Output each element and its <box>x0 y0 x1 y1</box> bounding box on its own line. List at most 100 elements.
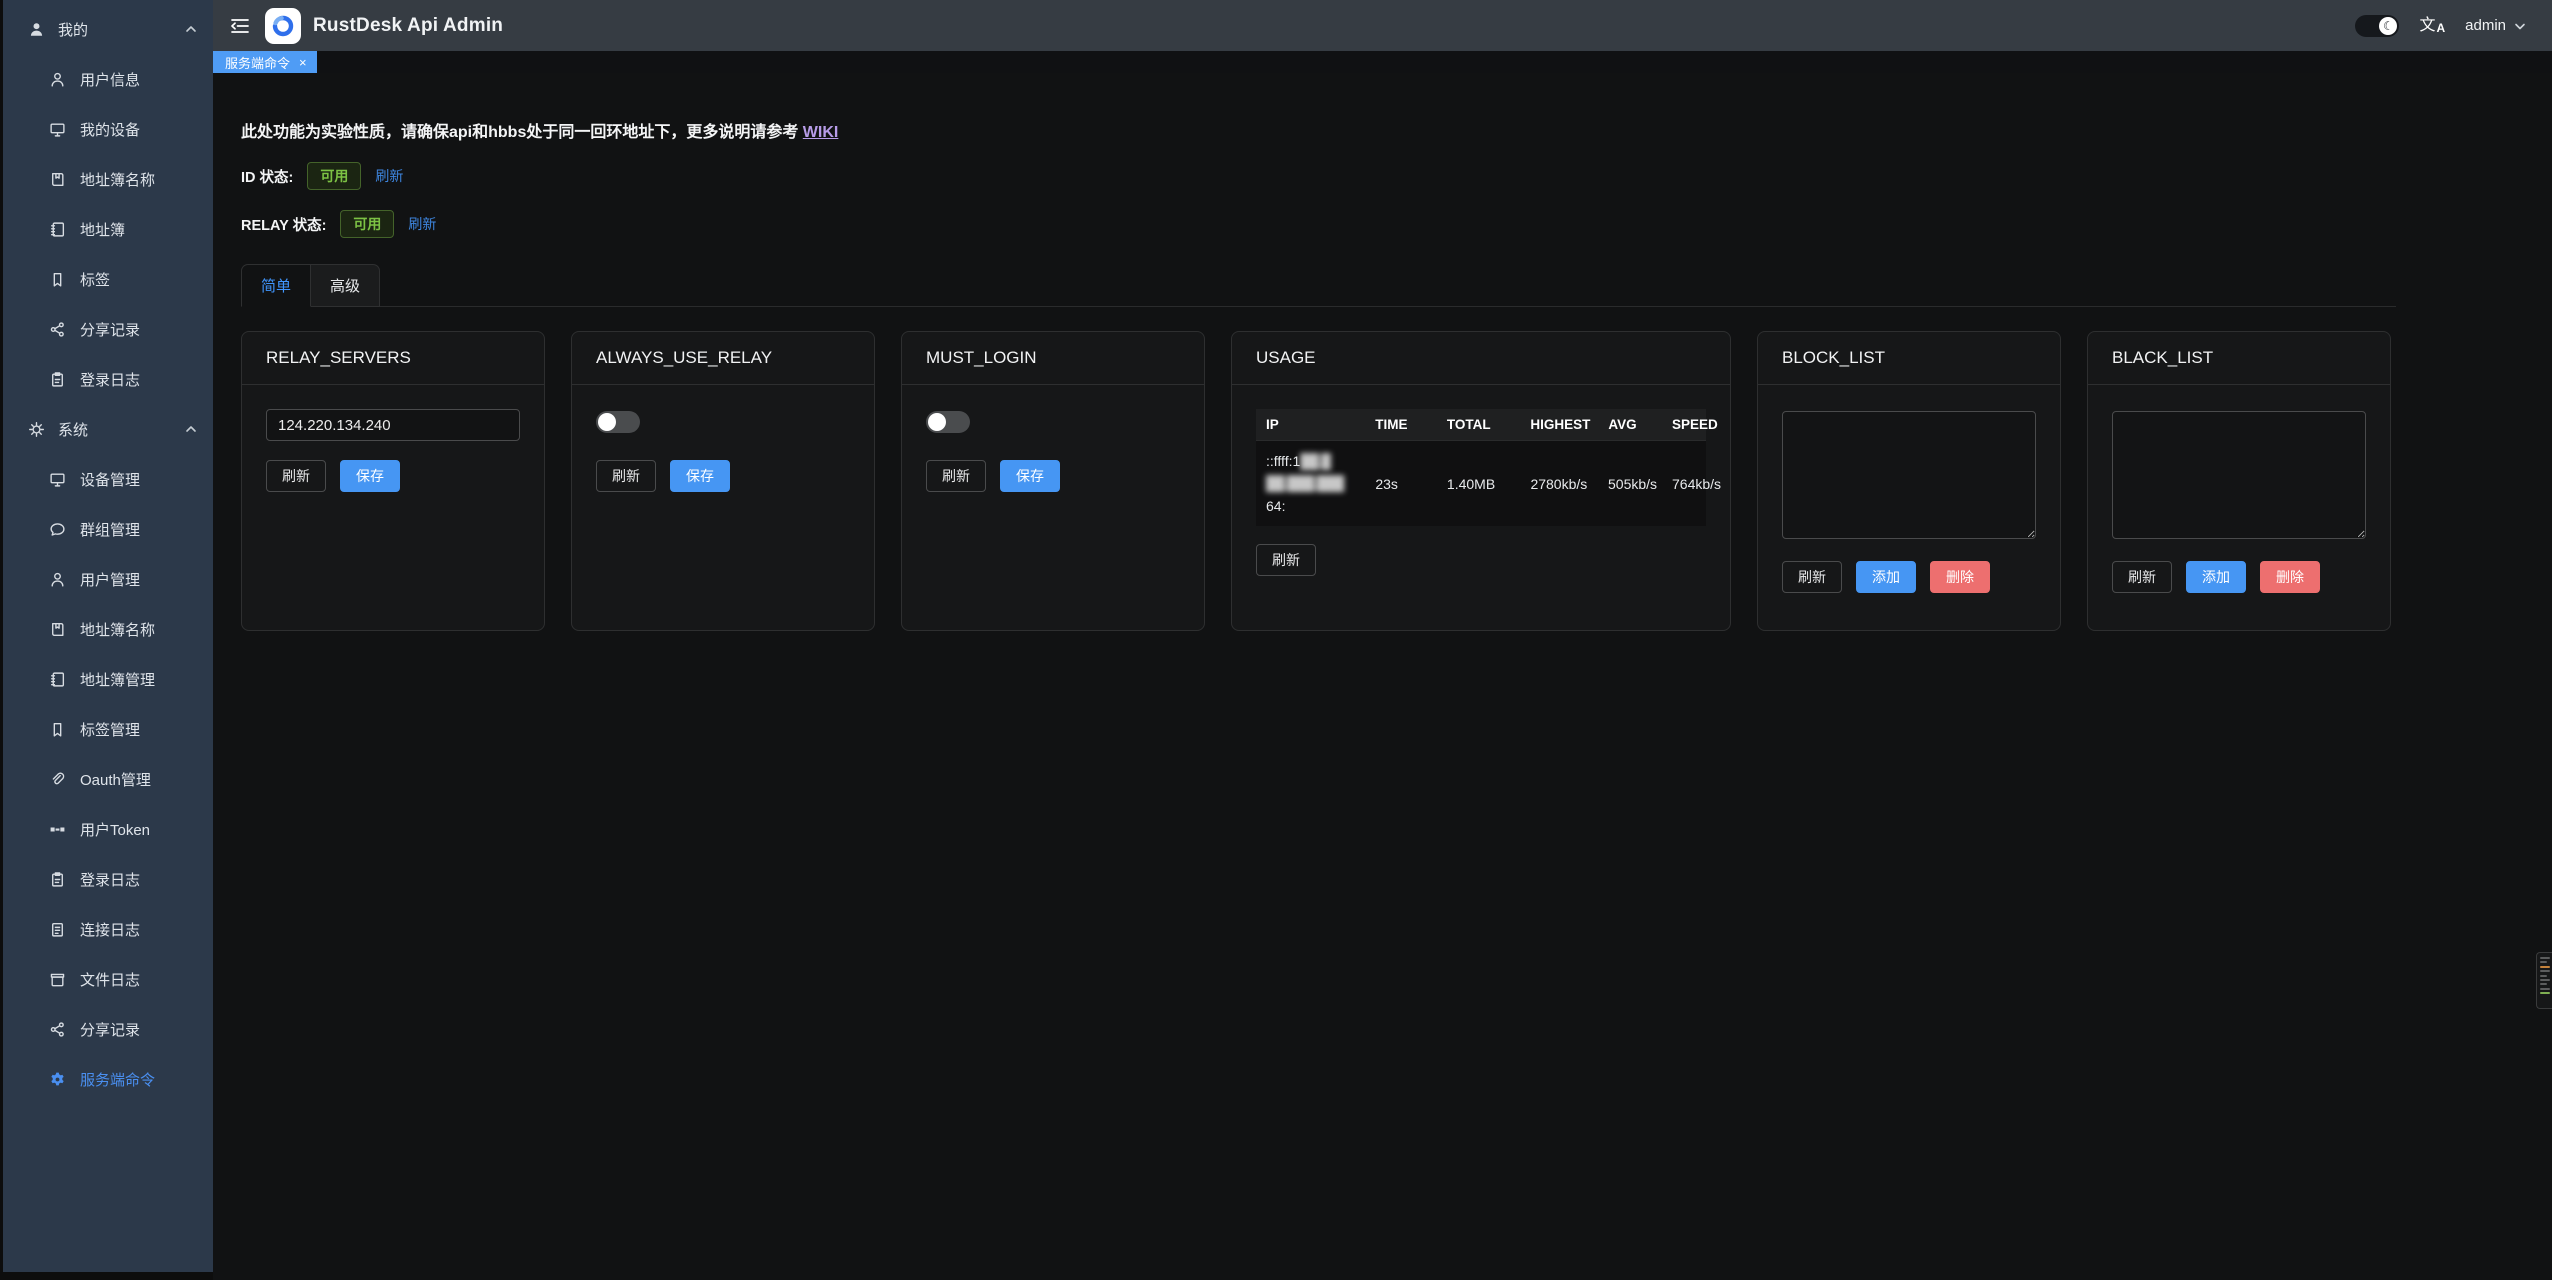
sidebar-item-tags[interactable]: 标签 <box>3 254 213 304</box>
sidebar-item-user-token[interactable]: 用户Token <box>3 804 213 854</box>
wiki-link[interactable]: WIKI <box>803 124 839 141</box>
refresh-button[interactable]: 刷新 <box>1782 561 1842 593</box>
sidebar-item-label: 地址簿 <box>80 219 125 240</box>
usage-time-cell: 23s <box>1365 441 1437 526</box>
block-list-textarea[interactable] <box>1782 411 2036 539</box>
col-total: TOTAL <box>1437 409 1520 440</box>
redacted-text: ██.███.███ <box>1266 475 1343 491</box>
black-list-textarea[interactable] <box>2112 411 2366 539</box>
user-menu[interactable]: admin <box>2465 17 2526 34</box>
app-title: RustDesk Api Admin <box>313 15 503 37</box>
chevron-down-icon <box>2514 20 2526 32</box>
mode-tabs: 简单 高级 <box>241 264 2396 307</box>
card-title: MUST_LOGIN <box>902 332 1204 385</box>
relay-status-row: RELAY 状态: 可用 刷新 <box>241 210 2552 238</box>
col-ip: IP <box>1256 409 1365 440</box>
relay-servers-input[interactable] <box>266 409 520 441</box>
tab-advanced[interactable]: 高级 <box>311 264 380 307</box>
usage-table-header: IP TIME TOTAL HIGHEST AVG SPEED <box>1256 409 1706 440</box>
sidebar-item-label: 登录日志 <box>80 369 140 390</box>
refresh-button[interactable]: 刷新 <box>596 460 656 492</box>
sidebar-item-label: 分享记录 <box>80 319 140 340</box>
close-icon[interactable]: × <box>299 56 307 69</box>
sidebar-item-oauth-mgmt[interactable]: Oauth管理 <box>3 754 213 804</box>
refresh-button[interactable]: 刷新 <box>1256 544 1316 576</box>
refresh-button[interactable]: 刷新 <box>926 460 986 492</box>
relay-status-badge: 可用 <box>340 210 394 238</box>
sidebar-item-label: 用户Token <box>80 819 150 840</box>
card-title: BLACK_LIST <box>2088 332 2390 385</box>
col-time: TIME <box>1365 409 1437 440</box>
save-button[interactable]: 保存 <box>340 460 400 492</box>
card-must-login: MUST_LOGIN 刷新 保存 <box>901 331 1205 631</box>
sidebar-section-my[interactable]: 我的 <box>3 4 213 54</box>
sidebar-item-tag-mgmt[interactable]: 标签管理 <box>3 704 213 754</box>
theme-toggle[interactable]: ☾ <box>2355 15 2399 37</box>
translate-icon[interactable]: 文A <box>2419 18 2445 34</box>
bookmark-icon <box>49 721 66 738</box>
usage-ip-cell: ::ffff:1██.█ ██.███.███ 64: <box>1266 450 1343 517</box>
card-title: ALWAYS_USE_RELAY <box>572 332 874 385</box>
gear-icon <box>49 1071 66 1088</box>
clipboard-icon <box>49 871 66 888</box>
moon-icon: ☾ <box>2379 17 2397 35</box>
top-header: RustDesk Api Admin ☾ 文A admin <box>213 0 2552 51</box>
save-button[interactable]: 保存 <box>670 460 730 492</box>
switch-knob <box>928 413 946 431</box>
sidebar-item-label: 地址簿名称 <box>80 169 155 190</box>
token-icon <box>49 821 66 838</box>
add-button[interactable]: 添加 <box>2186 561 2246 593</box>
sidebar-item-addressbook-name[interactable]: 地址簿名称 <box>3 154 213 204</box>
notebook-icon <box>49 671 66 688</box>
sidebar-item-device-mgmt[interactable]: 设备管理 <box>3 454 213 504</box>
refresh-button[interactable]: 刷新 <box>266 460 326 492</box>
sidebar-section-system[interactable]: 系统 <box>3 404 213 454</box>
sidebar-item-server-commands[interactable]: 服务端命令 <box>3 1054 213 1104</box>
sidebar-item-user-mgmt[interactable]: 用户管理 <box>3 554 213 604</box>
clipboard-icon <box>49 371 66 388</box>
col-avg: AVG <box>1598 409 1662 440</box>
person-icon <box>49 571 66 588</box>
add-button[interactable]: 添加 <box>1856 561 1916 593</box>
relay-refresh-link[interactable]: 刷新 <box>408 214 436 234</box>
sidebar-item-label: 登录日志 <box>80 869 140 890</box>
card-relay-servers: RELAY_SERVERS 刷新 保存 <box>241 331 545 631</box>
sidebar-item-label: Oauth管理 <box>80 769 151 790</box>
person-icon <box>49 71 66 88</box>
sidebar-item-login-logs[interactable]: 登录日志 <box>3 354 213 404</box>
main-content: 此处功能为实验性质，请确保api和hbbs处于同一回环地址下，更多说明请参考 W… <box>213 73 2552 1280</box>
sidebar-item-group-mgmt[interactable]: 群组管理 <box>3 504 213 554</box>
col-highest: HIGHEST <box>1520 409 1598 440</box>
sidebar-item-share-records-mgmt[interactable]: 分享记录 <box>3 1004 213 1054</box>
topbar-right: ☾ 文A admin <box>2355 15 2552 37</box>
usage-total-cell: 1.40MB <box>1437 441 1521 526</box>
relay-status-label: RELAY 状态: <box>241 214 326 235</box>
chat-bubble-icon <box>49 521 66 538</box>
tab-server-commands[interactable]: 服务端命令 × <box>213 51 317 73</box>
sidebar-item-addressbook-name-mgmt[interactable]: 地址簿名称 <box>3 604 213 654</box>
sidebar-item-share-records[interactable]: 分享记录 <box>3 304 213 354</box>
sidebar-item-file-logs[interactable]: 文件日志 <box>3 954 213 1004</box>
sidebar-item-my-devices[interactable]: 我的设备 <box>3 104 213 154</box>
sidebar-collapse-button[interactable] <box>229 15 251 37</box>
app-logo <box>265 8 301 44</box>
sidebar-item-label: 设备管理 <box>80 469 140 490</box>
always-use-relay-switch[interactable] <box>596 411 640 433</box>
sidebar-item-user-info[interactable]: 用户信息 <box>3 54 213 104</box>
delete-button[interactable]: 删除 <box>2260 561 2320 593</box>
id-refresh-link[interactable]: 刷新 <box>375 166 403 186</box>
edge-minimap-widget[interactable] <box>2536 952 2552 1009</box>
sidebar-item-login-logs-mgmt[interactable]: 登录日志 <box>3 854 213 904</box>
sidebar-item-connection-logs[interactable]: 连接日志 <box>3 904 213 954</box>
save-button[interactable]: 保存 <box>1000 460 1060 492</box>
sidebar-item-label: 我的设备 <box>80 119 140 140</box>
share-icon <box>49 321 66 338</box>
refresh-button[interactable]: 刷新 <box>2112 561 2172 593</box>
delete-button[interactable]: 删除 <box>1930 561 1990 593</box>
sidebar-item-addressbook-mgmt[interactable]: 地址簿管理 <box>3 654 213 704</box>
cards-row: RELAY_SERVERS 刷新 保存 ALWAYS_USE_RELAY 刷新 … <box>241 331 2552 631</box>
must-login-switch[interactable] <box>926 411 970 433</box>
tab-simple[interactable]: 简单 <box>241 264 311 307</box>
sidebar-item-addressbook[interactable]: 地址簿 <box>3 204 213 254</box>
sidebar-item-label: 群组管理 <box>80 519 140 540</box>
